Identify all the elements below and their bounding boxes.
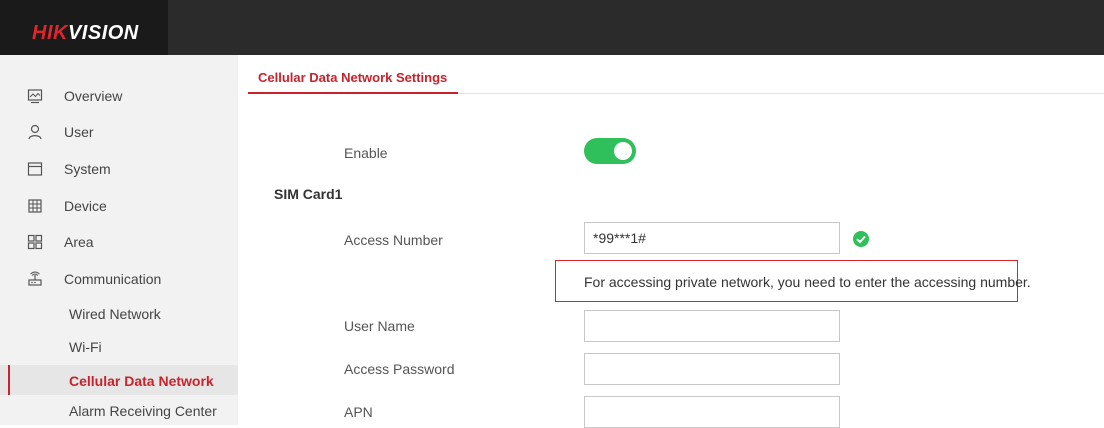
tab-active-underline xyxy=(248,92,458,94)
enable-label: Enable xyxy=(344,145,388,161)
sidebar-item-label: Area xyxy=(64,234,94,250)
user-icon xyxy=(28,124,42,140)
hint-tooltip: For accessing private network, you need … xyxy=(555,260,1031,302)
enable-toggle[interactable] xyxy=(584,138,636,164)
access-number-input[interactable] xyxy=(584,222,840,254)
sidebar-item-label: User xyxy=(64,124,94,140)
user-name-input[interactable] xyxy=(584,310,840,342)
tab-label: Cellular Data Network Settings xyxy=(258,70,448,85)
device-grid-icon xyxy=(28,199,42,213)
toggle-knob xyxy=(614,142,632,160)
apn-label: APN xyxy=(344,404,373,420)
sidebar-item-device[interactable]: Device xyxy=(0,191,238,221)
sidebar-subitem-label: Wi-Fi xyxy=(69,339,102,355)
sidebar-item-label: System xyxy=(64,161,111,177)
router-icon xyxy=(28,271,42,286)
access-password-input[interactable] xyxy=(584,353,840,385)
apn-input[interactable] xyxy=(584,396,840,428)
logo-text-white: VISION xyxy=(67,22,139,44)
logo-text-red: HIK xyxy=(32,22,68,44)
access-password-label: Access Password xyxy=(344,361,455,377)
monitor-icon xyxy=(27,89,43,104)
sidebar-subitem-label: Alarm Receiving Center xyxy=(69,403,217,419)
area-grid-icon xyxy=(27,234,43,250)
sidebar-item-communication[interactable]: Communication xyxy=(0,264,238,294)
user-name-label: User Name xyxy=(344,318,415,334)
sidebar-subitem-wired-network[interactable]: Wired Network xyxy=(0,300,238,330)
section-title-sim-card1: SIM Card1 xyxy=(274,186,343,202)
sidebar-subitem-alarm-receiving-center[interactable]: Alarm Receiving Center xyxy=(0,397,238,427)
sidebar-item-user[interactable]: User xyxy=(0,117,238,147)
hint-text: For accessing private network, you need … xyxy=(584,274,1031,290)
active-indicator xyxy=(8,365,10,395)
top-bar: HIKVISION xyxy=(0,0,1104,55)
sidebar-item-label: Communication xyxy=(64,271,162,287)
sidebar-item-label: Overview xyxy=(64,88,123,104)
sidebar-subitem-wi-fi[interactable]: Wi-Fi xyxy=(0,333,238,363)
access-number-label: Access Number xyxy=(344,232,443,248)
sidebar-item-area[interactable]: Area xyxy=(0,227,238,257)
sidebar-subitem-label: Wired Network xyxy=(69,306,161,322)
window-icon xyxy=(27,162,43,176)
sidebar-item-overview[interactable]: Overview xyxy=(0,81,238,111)
sidebar-item-system[interactable]: System xyxy=(0,154,238,184)
sidebar-item-label: Device xyxy=(64,198,107,214)
brand-logo: HIKVISION xyxy=(0,0,168,55)
sidebar-subitem-cellular-data-network[interactable]: Cellular Data Network xyxy=(0,365,238,395)
sidebar-subitem-label: Cellular Data Network xyxy=(69,373,214,389)
sidebar: Overview User System Device Area Communi… xyxy=(0,55,238,425)
check-circle-icon xyxy=(853,231,869,247)
